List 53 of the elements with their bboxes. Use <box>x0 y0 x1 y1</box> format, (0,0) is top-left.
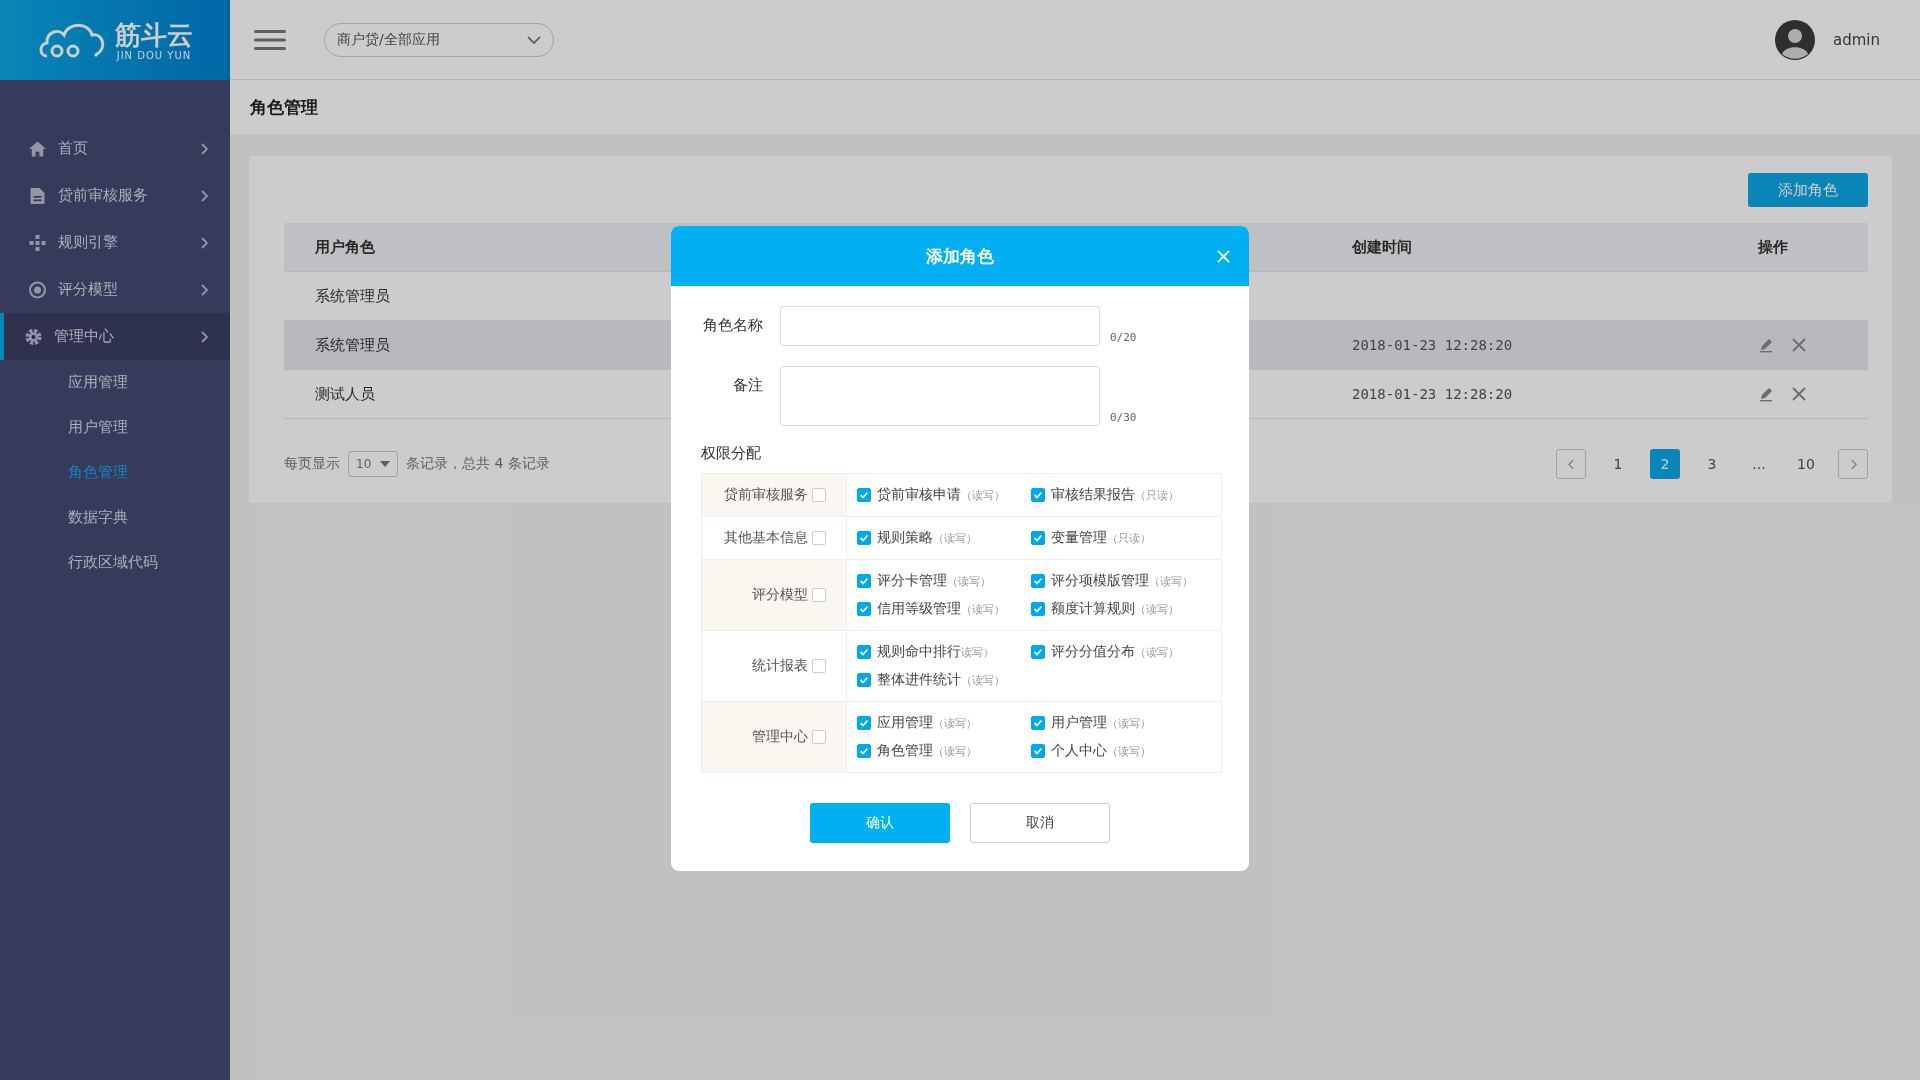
permission-label: 用户管理 <box>1051 714 1107 732</box>
permission-note: （读写） <box>1107 715 1151 731</box>
section-label: 权限分配 <box>701 444 762 463</box>
permission-note: （读写） <box>961 672 1005 688</box>
page-size-label: 每页显示 <box>284 455 340 473</box>
logo-name: 筋斗云 <box>115 19 193 50</box>
permission-note: （读写） <box>933 530 977 546</box>
permission-label: 评分卡管理 <box>877 572 947 590</box>
character-counter: 0/20 <box>1110 331 1137 344</box>
permission-note: （读写） <box>961 601 1005 617</box>
permission-note: 读写） <box>961 644 994 660</box>
permission-label: 变量管理 <box>1051 529 1107 547</box>
permission-label: 贷前审核申请 <box>877 486 961 504</box>
permission-label: 额度计算规则 <box>1051 600 1135 618</box>
logo-subtitle: JIN DOU YUN <box>116 49 192 61</box>
permission-note: （读写） <box>1149 573 1193 589</box>
group-label: 贷前审核服务 <box>724 486 808 504</box>
permission-label: 评分分值分布 <box>1051 643 1135 661</box>
group-label: 评分模型 <box>752 586 808 604</box>
permission-note: （读写） <box>947 573 991 589</box>
permission-note: （只读） <box>1135 487 1179 503</box>
table-cell: 2018-01-23 12:28:20 <box>1352 337 1513 353</box>
permission-label: 整体进件统计 <box>877 671 961 689</box>
column-header: 操作 <box>1757 237 1789 257</box>
character-counter: 0/30 <box>1110 411 1137 424</box>
permission-label: 评分项模版管理 <box>1051 572 1149 590</box>
permission-note: （读写） <box>1135 644 1179 660</box>
table-cell-text: 测试人员 <box>314 384 376 404</box>
permission-note: （只读） <box>1107 530 1151 546</box>
permission-label: 应用管理 <box>877 714 933 732</box>
table-cell: 2018-01-23 12:28:20 <box>1352 386 1513 402</box>
group-label: 其他基本信息 <box>724 529 808 547</box>
record-summary: 条记录，总共 4 条记录 <box>406 455 550 473</box>
dialog-title: 添加角色 <box>926 244 994 268</box>
permission-note: （读写） <box>933 715 977 731</box>
field-label: 备注 <box>732 375 763 395</box>
permission-label: 规则命中排行 <box>877 643 961 661</box>
permission-note: （读写） <box>933 743 977 759</box>
page-title: 角色管理 <box>250 95 318 119</box>
group-label: 统计报表 <box>752 657 808 675</box>
permission-note: （读写） <box>961 487 1005 503</box>
permission-label: 信用等级管理 <box>877 600 961 618</box>
column-header: 创建时间 <box>1352 237 1413 257</box>
table-cell-text: 系统管理员 <box>314 286 391 306</box>
permission-label: 个人中心 <box>1051 742 1107 760</box>
column-header: 用户角色 <box>314 237 376 257</box>
permission-label: 规则策略 <box>877 529 933 547</box>
permission-note: （读写） <box>1107 743 1151 759</box>
table-cell-text: 系统管理员 <box>314 335 391 355</box>
group-label: 管理中心 <box>752 728 808 746</box>
permission-label: 审核结果报告 <box>1051 486 1135 504</box>
permission-note: （读写） <box>1135 601 1179 617</box>
permission-label: 角色管理 <box>877 742 933 760</box>
